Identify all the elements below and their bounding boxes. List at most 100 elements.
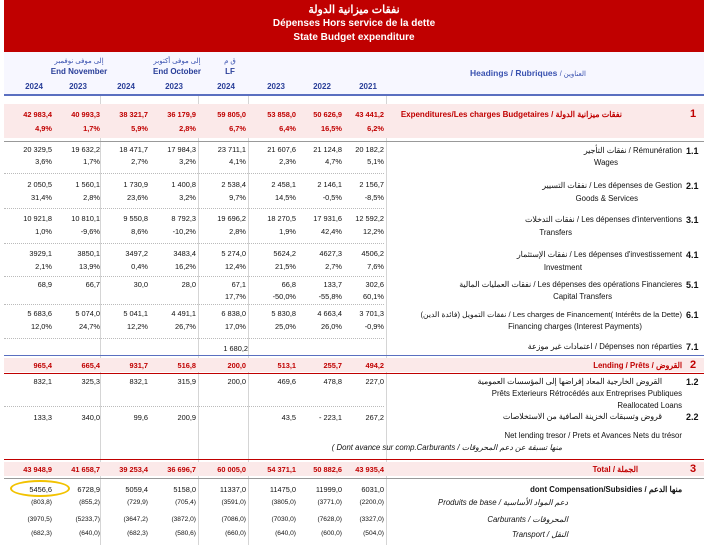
r11-values-col3: 18 471,7	[119, 145, 148, 154]
carb-values-col1: (3970,5)	[27, 516, 52, 523]
r22-values-col1: 133,3	[33, 413, 53, 422]
r41-pcts-col2: 13,9%	[79, 262, 100, 271]
comp-values-col7: 11999,0	[315, 485, 342, 494]
r11-values-col6: 21 607,6	[267, 145, 296, 154]
r12-values-col8: 227,0	[365, 377, 385, 386]
comp-values-col3: 5059,4	[125, 485, 148, 494]
r2-values-col1: 965,4	[33, 361, 53, 370]
r3-values-col3: 39 253,4	[119, 465, 148, 474]
r31-values-col4: 8 792,3	[171, 214, 196, 223]
row2-num: 2	[690, 359, 697, 371]
r11-pcts-col3: 2,7%	[131, 157, 148, 166]
r61-pcts-col2: 24,7%	[79, 322, 100, 331]
r1-values-col3: 38 321,7	[119, 110, 148, 119]
carb-label: Carburants / المحروقات	[487, 515, 568, 524]
r61-pcts-col8: -0,9%	[364, 322, 384, 331]
r11-pcts-col8: 5,1%	[367, 157, 384, 166]
row-2-2-sub-ar: منها تسبقة عن دعم المحروقات	[461, 443, 562, 452]
r1-values-col2: 40 993,3	[71, 110, 100, 119]
transp-label-ar: النقل	[551, 530, 568, 539]
row-6-1-num: 6.1	[686, 310, 699, 320]
row-6-1-en: Financing charges (Interest Payments)	[508, 322, 642, 331]
carb-label-ar: المحروقات	[532, 515, 568, 524]
r41-values-col4: 3483,4	[173, 249, 196, 258]
headings-ar: العناوين	[563, 71, 586, 78]
r21-pcts-col8: -8,5%	[364, 193, 384, 202]
r1-values-col7: 50 626,9	[313, 110, 342, 119]
r41-pcts-col7: 2,7%	[325, 262, 342, 271]
row-2-1-fr: Les dépenses de Gestion	[593, 181, 682, 190]
r51-values-col1: 68,9	[37, 280, 52, 289]
r11-values-col5: 23 711,1	[217, 145, 246, 154]
divider	[4, 141, 704, 142]
r31-pcts-col4: -10,2%	[172, 227, 196, 236]
year-col-8: 2021	[359, 82, 377, 91]
row-divider	[4, 208, 384, 209]
row-4-1-label: نفقات الإستثمار / Les dépenses d'investi…	[516, 250, 682, 259]
r41-values-col7: 4627,3	[319, 249, 342, 258]
r21-pcts-col3: 23,6%	[127, 193, 148, 202]
row-1-2-num: 1.2	[686, 377, 699, 387]
row-divider	[4, 173, 384, 174]
year-col-7: 2022	[313, 82, 331, 91]
r1-values-col5: 59 805,0	[217, 110, 246, 119]
r3-values-col6: 54 371,1	[267, 465, 296, 474]
row-divider	[4, 243, 384, 244]
year-col-1: 2024	[25, 82, 43, 91]
transp-values-col2: (640,0)	[79, 530, 100, 537]
r51-values-col3: 30,0	[133, 280, 148, 289]
row-2-1-num: 2.1	[686, 181, 699, 191]
r21-values-col2: 1 560,1	[75, 180, 100, 189]
r41-values-col8: 4506,2	[361, 249, 384, 258]
r51-pcts-col5: 17,7%	[225, 292, 246, 301]
r11-pcts-col6: 2,3%	[279, 157, 296, 166]
carb-label-fr: Carburants	[487, 515, 526, 524]
r31-pcts-col1: 1,0%	[35, 227, 52, 236]
r3-values-col1: 43 948,9	[23, 465, 52, 474]
r31-pcts-col7: 42,4%	[321, 227, 342, 236]
highlight-circle	[10, 480, 70, 497]
r2-values-col8: 494,2	[365, 361, 385, 370]
row-5-1-fr: Les dépenses des opérations Financieres	[537, 280, 682, 289]
r21-values-col5: 2 538,4	[221, 180, 246, 189]
r1-pcts-col5: 6,7%	[229, 124, 246, 133]
r12-values-col1: 832,1	[33, 377, 53, 386]
base-values-col7: (3771,0)	[317, 499, 342, 506]
end-november-ar: إلى موفى نوفمبر	[54, 58, 104, 65]
row-1-1-fr: Rémunération	[633, 146, 682, 155]
r61-values-col4: 4 491,1	[171, 309, 196, 318]
row-6-1-label: نفقات التمويل (فائدة الدين) / Les charge…	[420, 310, 682, 319]
carb-values-col8: (3327,0)	[359, 516, 384, 523]
comp-label-fr: dont Compensation/Subsidies	[530, 485, 643, 494]
transp-label-fr: Transport	[511, 530, 545, 539]
row-5-1-en: Capital Transfers	[553, 292, 612, 301]
r51-values-col7: 133,7	[323, 280, 343, 289]
row-2-1-label: نفقات التسيير / Les dépenses de Gestion	[542, 181, 682, 190]
r31-pcts-col5: 2,8%	[229, 227, 246, 236]
end-november: End November	[50, 67, 108, 76]
r31-values-col8: 12 592,2	[355, 214, 384, 223]
row-4-1-fr: Les dépenses d'investissement	[573, 250, 682, 259]
r41-values-col3: 3497,2	[125, 249, 148, 258]
r51-pcts-col8: 60,1%	[363, 292, 384, 301]
r1-pcts-col4: 2,8%	[179, 124, 196, 133]
r21-values-col3: 1 730,9	[123, 180, 148, 189]
row-1-2-ar: القروض الخارجية المعاد إقراضها إلى المؤس…	[477, 377, 662, 386]
r1-pcts-col8: 6,2%	[367, 124, 384, 133]
row-1-1-ar: نفقات التأجير	[583, 146, 627, 155]
headings-label: Headings / Rubriques / العناوين	[470, 68, 586, 78]
title-ar: نفقات ميزانية الدولة	[308, 4, 400, 16]
r11-pcts-col5: 4,1%	[229, 157, 246, 166]
r1-pcts-col7: 16,5%	[321, 124, 342, 133]
row-3-1-num: 3.1	[686, 215, 699, 225]
row-6-1-fr: Les charges de Financement( Intérêts de …	[512, 310, 682, 319]
r11-values-col4: 17 984,3	[167, 145, 196, 154]
base-values-col2: (855,2)	[79, 499, 100, 506]
row-2-1-ar: نفقات التسيير	[542, 181, 588, 190]
r41-values-col2: 3850,1	[77, 249, 100, 258]
r31-pcts-col2: -9,6%	[80, 227, 100, 236]
r41-pcts-col3: 0,4%	[131, 262, 148, 271]
r2-values-col5: 200,0	[227, 361, 247, 370]
table-header: إلى موفى نوفمبر End November إلى موفى أك…	[4, 52, 704, 96]
title-en: State Budget expenditure	[293, 32, 415, 43]
